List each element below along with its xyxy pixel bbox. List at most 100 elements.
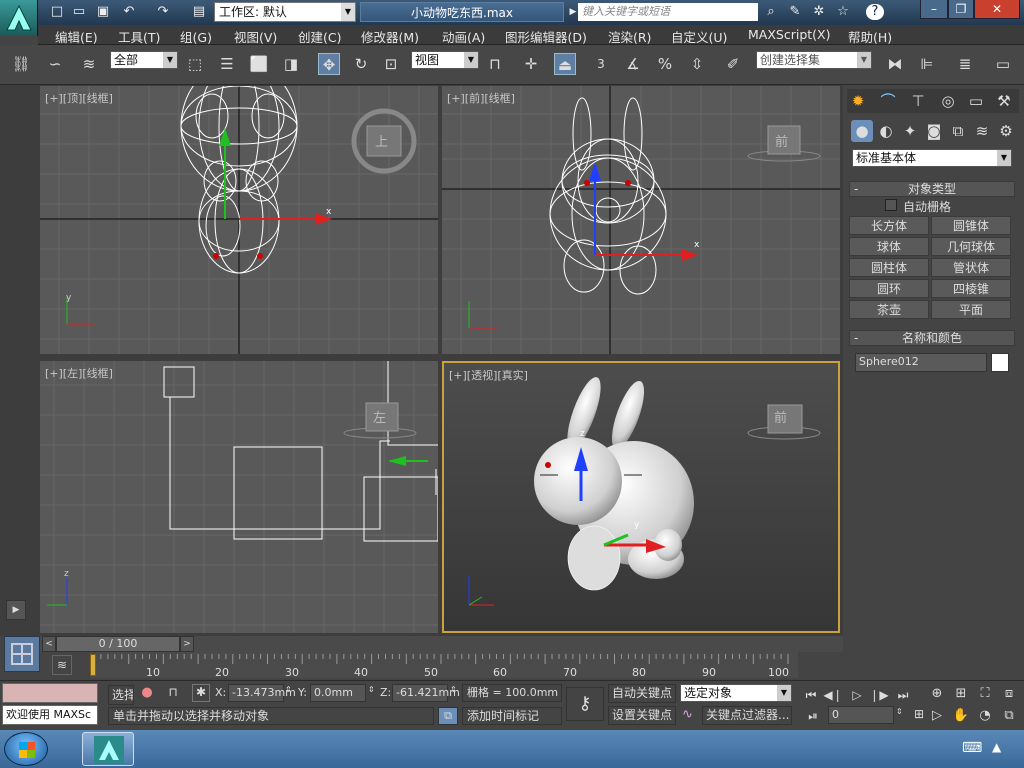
select-object-icon[interactable]: ⬚ [184, 53, 206, 75]
key-icon[interactable]: ⚷ [566, 687, 604, 721]
current-frame-input[interactable]: 0 [828, 706, 894, 724]
link-icon[interactable]: ⛓ [10, 53, 32, 75]
sphere-button[interactable]: 球体 [849, 237, 929, 256]
angle-snap-icon[interactable]: ∡ [622, 53, 644, 75]
bind-space-warp-icon[interactable]: ≋ [78, 53, 100, 75]
viewport-perspective-label[interactable]: [+][透视][真实] [449, 367, 528, 383]
expand-panel-icon[interactable]: ▶ [6, 600, 26, 620]
motion-tab-icon[interactable]: ◎ [937, 90, 959, 112]
modify-tab-icon[interactable]: ⌒ [877, 90, 899, 112]
viewport-left[interactable]: [+][左][线框] 左 z [40, 361, 438, 633]
helpers-icon[interactable]: ⧉ [947, 120, 969, 142]
save-icon[interactable]: ▣ [94, 4, 112, 20]
search-input[interactable]: 键入关键字或短语 [578, 3, 758, 21]
menu-view[interactable]: 视图(V) [234, 27, 277, 46]
select-by-name-icon[interactable]: ☰ [216, 53, 238, 75]
mini-curve-editor-icon[interactable]: ≋ [52, 655, 72, 675]
edit-named-selection-icon[interactable]: ✐ [722, 53, 744, 75]
menu-rendering[interactable]: 渲染(R) [608, 27, 651, 46]
rectangle-selection-icon[interactable]: ⬜ [248, 53, 270, 75]
cone-button[interactable]: 圆锥体 [931, 216, 1011, 235]
pan-icon[interactable]: ✋ [950, 705, 972, 727]
tools-icon[interactable]: ✎ [786, 4, 804, 20]
select-and-rotate-icon[interactable]: ↻ [350, 53, 372, 75]
reference-coord-dropdown[interactable]: 视图 ▼ [411, 51, 479, 69]
select-and-scale-icon[interactable]: ⊡ [380, 53, 402, 75]
selection-filter-dropdown[interactable]: 全部 ▼ [110, 51, 178, 69]
shapes-icon[interactable]: ◐ [875, 120, 897, 142]
cameras-icon[interactable]: ◙ [923, 120, 945, 142]
curve-icon[interactable]: ∿ [682, 707, 693, 722]
go-to-start-icon[interactable]: ⏮ [800, 684, 822, 706]
menu-maxscript[interactable]: MAXScript(X) [748, 27, 830, 42]
tray-expand-icon[interactable]: ▲ [992, 740, 1001, 754]
box-button[interactable]: 长方体 [849, 216, 929, 235]
spinner-icon[interactable]: ⇕ [450, 685, 457, 694]
viewcube-top[interactable]: 上 [375, 131, 388, 150]
binoculars-icon[interactable]: ⌕ [762, 4, 780, 20]
minimize-icon[interactable]: – [920, 0, 948, 19]
category-dropdown[interactable]: 标准基本体 ▼ [852, 149, 1012, 167]
star-icon[interactable]: ☆ [834, 4, 852, 20]
viewport-perspective[interactable]: [+][透视][真实] 前 z y [442, 361, 840, 633]
restore-icon[interactable]: ❐ [948, 0, 974, 19]
spinner-icon[interactable]: ⇕ [368, 685, 375, 694]
lights-icon[interactable]: ✦ [899, 120, 921, 142]
track-bar[interactable]: 10 20 30 40 50 60 70 80 90 100 [90, 652, 798, 679]
set-key-button[interactable]: 设置关键点 [608, 706, 676, 725]
zoom-icon[interactable]: ⊕ [926, 683, 948, 705]
field-of-view-icon[interactable]: ▷ [926, 705, 948, 727]
redo-icon[interactable]: ↷ [154, 4, 172, 20]
hierarchy-tab-icon[interactable]: ⊤ [907, 90, 929, 112]
plane-button[interactable]: 平面 [931, 300, 1011, 319]
snaps-toggle-icon[interactable]: 3 [590, 53, 612, 75]
space-warps-icon[interactable]: ≋ [971, 120, 993, 142]
display-tab-icon[interactable]: ▭ [965, 90, 987, 112]
app-logo-button[interactable] [0, 0, 38, 36]
key-mode-dropdown[interactable]: 选定对象 ▼ [680, 684, 792, 702]
autogrid-checkbox[interactable] [885, 199, 897, 211]
spinner-icon[interactable]: ⇕ [896, 707, 903, 716]
add-time-tag-button[interactable]: 添加时间标记 [462, 707, 562, 725]
name-color-rollout[interactable]: - 名称和颜色 [849, 330, 1015, 346]
percent-snap-icon[interactable]: % [654, 53, 676, 75]
menu-modifiers[interactable]: 修改器(M) [361, 27, 419, 46]
viewcube-front[interactable]: 前 [775, 131, 788, 150]
viewport-layout-icon[interactable] [4, 636, 40, 672]
menu-customize[interactable]: 自定义(U) [671, 27, 727, 46]
current-frame-marker[interactable] [90, 654, 96, 676]
time-tag-icon[interactable]: ⧉ [438, 707, 458, 725]
object-name-input[interactable]: Sphere012 [855, 353, 987, 372]
spinner-snap-icon[interactable]: ⇳ [686, 53, 708, 75]
object-type-rollout[interactable]: - 对象类型 [849, 181, 1015, 197]
lock-selection-icon[interactable]: ⊓ [164, 685, 182, 703]
tube-button[interactable]: 管状体 [931, 258, 1011, 277]
menu-group[interactable]: 组(G) [180, 27, 212, 46]
key-filters-button[interactable]: 关键点过滤器... [702, 706, 792, 725]
play-icon[interactable]: ▷ [846, 684, 868, 706]
menu-tools[interactable]: 工具(T) [118, 27, 160, 46]
auto-key-button[interactable]: 自动关键点 [608, 684, 676, 703]
create-tab-icon[interactable]: ✹ [847, 90, 869, 112]
frame-counter[interactable]: 0 / 100 [56, 636, 180, 652]
zoom-extents-icon[interactable]: ⛶ [974, 683, 996, 705]
layer-manager-icon[interactable]: ≣ [954, 53, 976, 75]
workspace-dropdown[interactable]: 工作区: 默认 ▼ [214, 2, 356, 22]
geosphere-button[interactable]: 几何球体 [931, 237, 1011, 256]
zoom-all-icon[interactable]: ⊞ [950, 683, 972, 705]
isolate-selection-icon[interactable]: ● [138, 685, 156, 703]
pivot-center-icon[interactable]: ⊓ [484, 53, 506, 75]
spinner-icon[interactable]: ⇕ [285, 685, 292, 694]
utilities-tab-icon[interactable]: ⚒ [993, 90, 1015, 112]
viewcube-perspective[interactable]: 前 [774, 407, 787, 426]
zoom-extents-all-icon[interactable]: ⧈ [998, 683, 1020, 705]
torus-button[interactable]: 圆环 [849, 279, 929, 298]
close-icon[interactable]: ✕ [974, 0, 1020, 19]
orbit-icon[interactable]: ◔ [974, 705, 996, 727]
help-icon[interactable]: ? [866, 4, 884, 20]
select-and-move-icon[interactable]: ✥ [318, 53, 340, 75]
select-manipulate-icon[interactable]: ✛ [520, 53, 542, 75]
new-file-icon[interactable]: □ [48, 4, 66, 20]
viewport-top[interactable]: [+][顶][线框] 上 x y [40, 86, 438, 354]
teapot-button[interactable]: 茶壶 [849, 300, 929, 319]
